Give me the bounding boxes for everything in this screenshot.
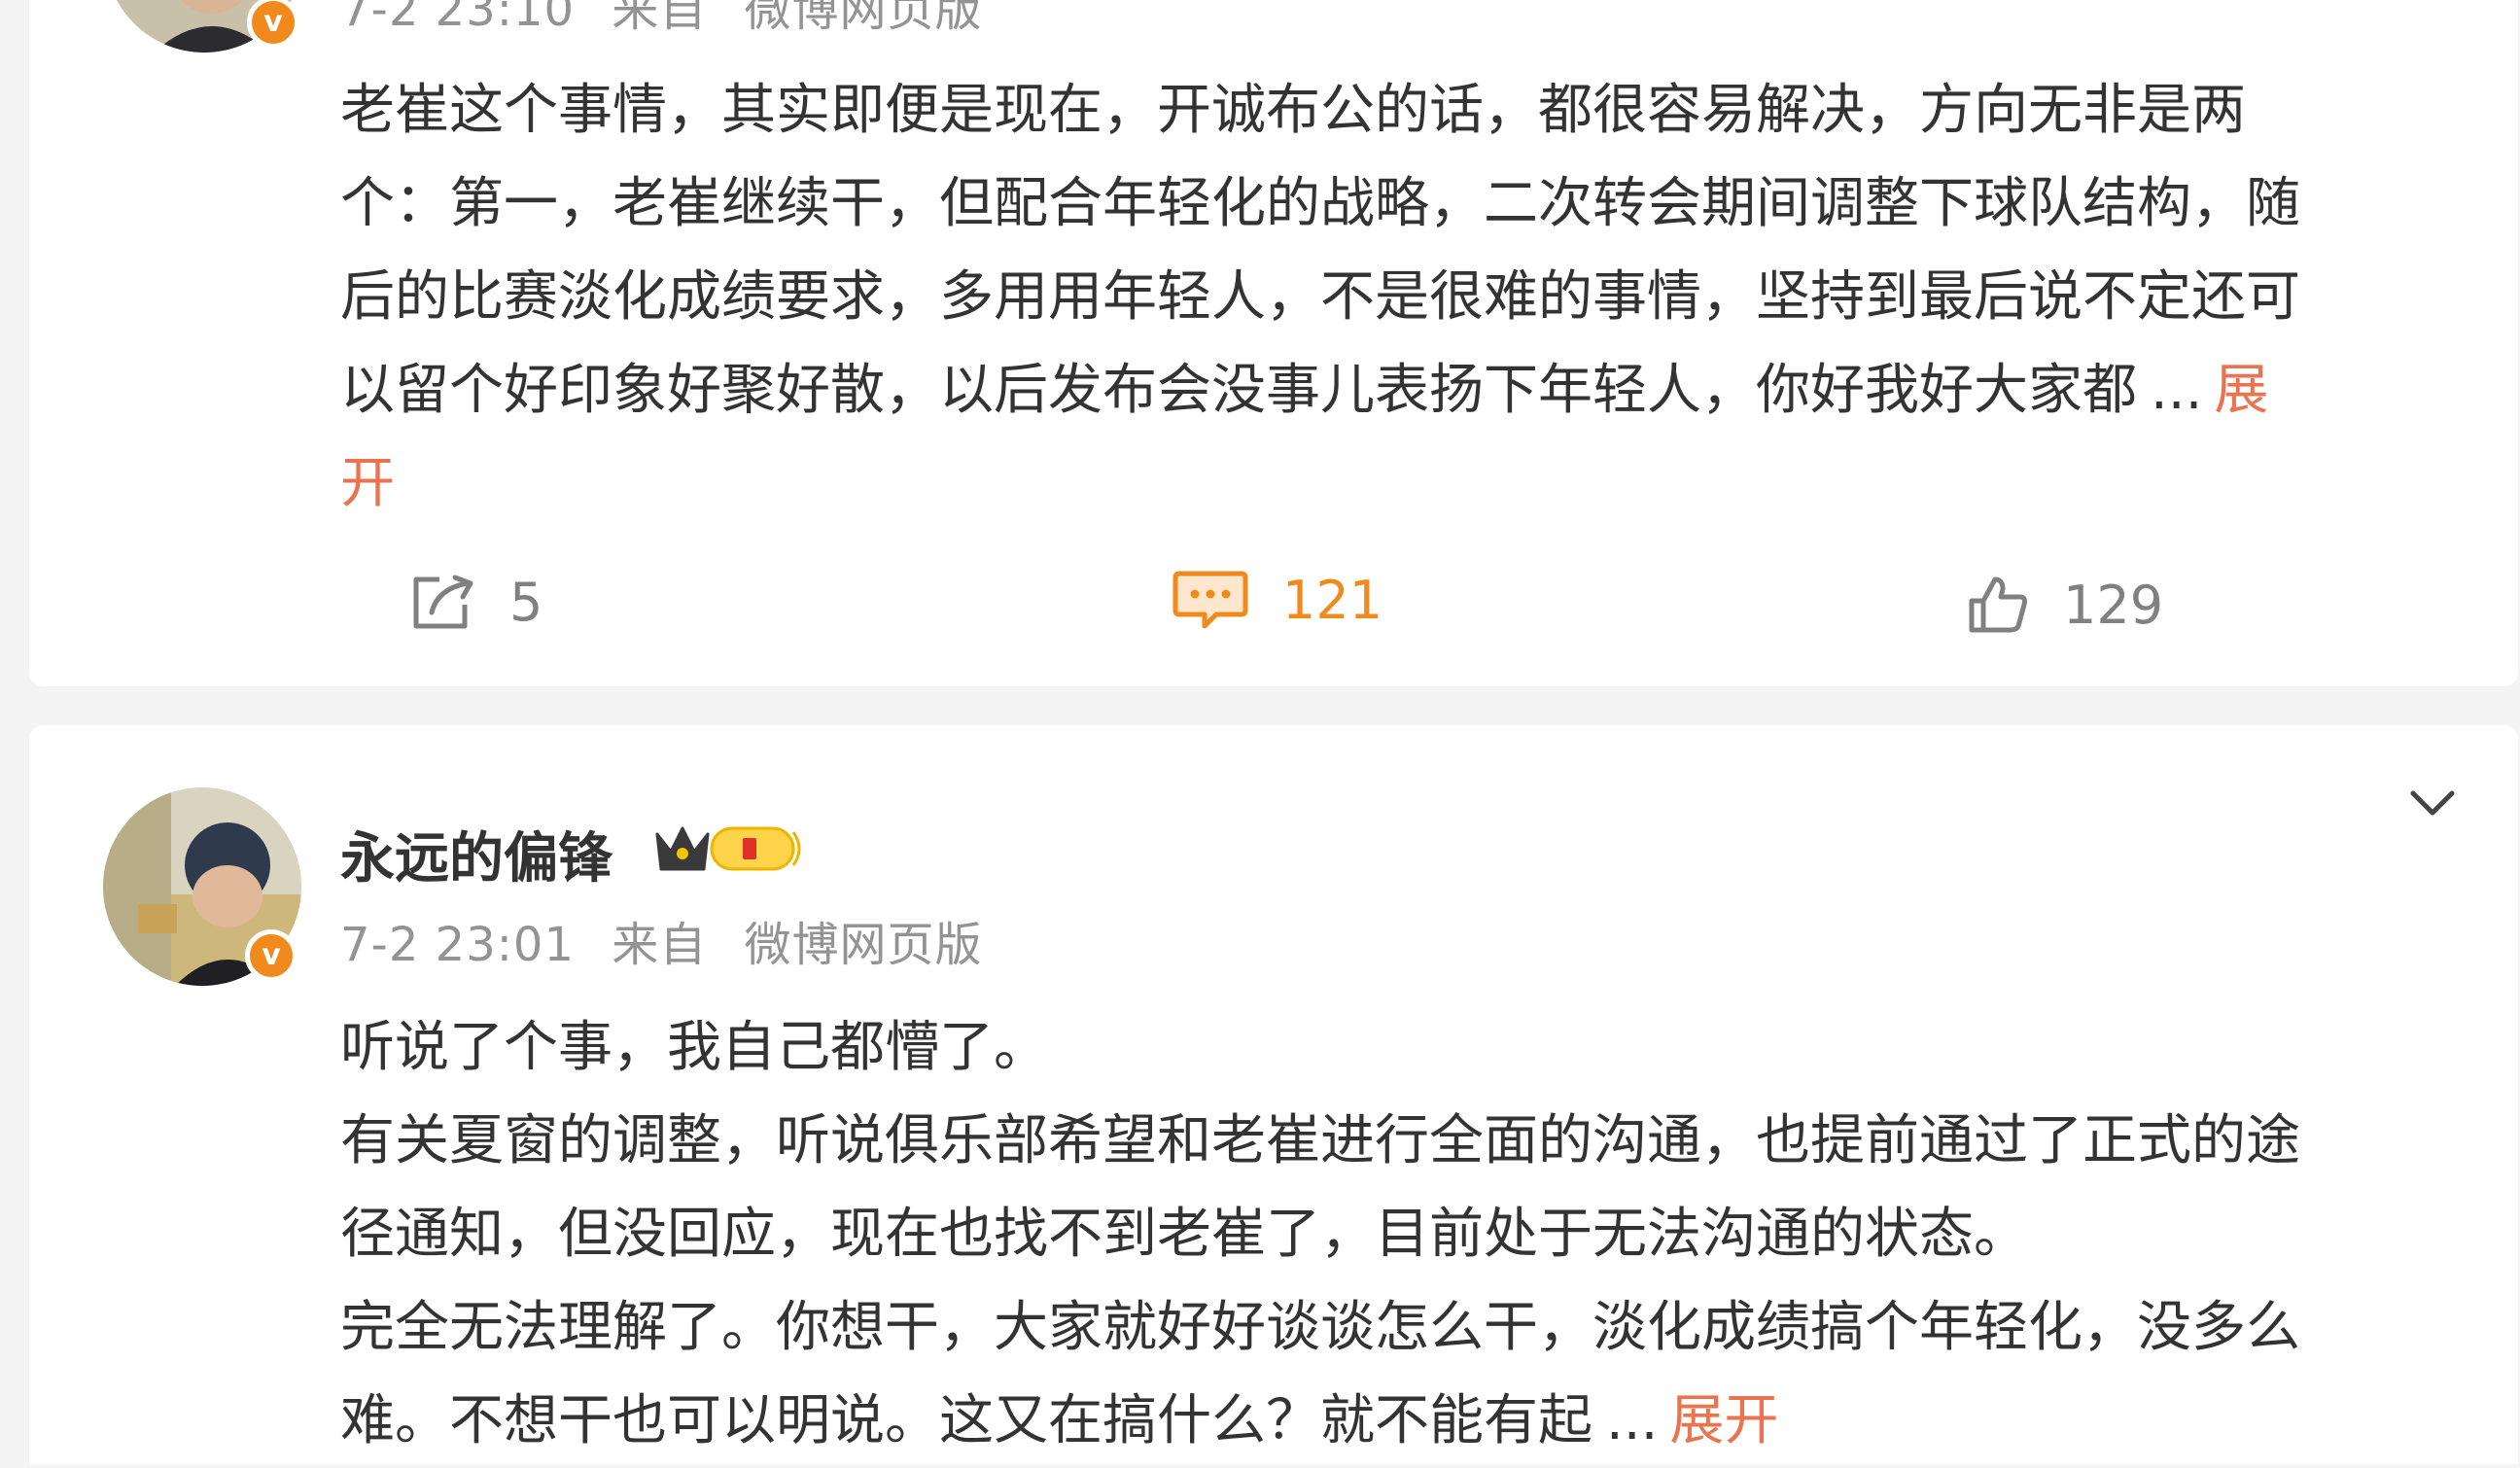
post-text-line: 有关夏窗的调整，听说俱乐部希望和老崔进行全面的沟通，也提前通过了正式的途 (340, 1109, 2300, 1172)
share-count: 5 (509, 572, 543, 633)
timestamp: 7-2 23:10 (340, 0, 575, 37)
crown-vip-icon[interactable] (651, 819, 807, 877)
expand-link-continued[interactable]: 开 (340, 452, 395, 515)
post-text-line: 老崔这个事情，其实即便是现在，开诚布公的话，都很容易解决，方向无非是两 (340, 79, 2246, 142)
avatar[interactable]: v (105, 0, 303, 52)
chevron-down-icon[interactable] (2405, 784, 2460, 822)
post-text-line: 难。不想干也可以明说。这又在搞什么？就不能有起... 展开 (340, 1375, 2499, 1468)
like-button[interactable]: 129 (1966, 574, 2163, 636)
post-text-line: 完全无法理解了。你想干，大家就好好谈谈怎么干，淡化成绩搞个年轻化，没多么 (340, 1296, 2300, 1359)
username[interactable]: 永远的偏锋 (340, 815, 612, 893)
post-meta: 7-2 23:10 来自 微博网页版 (340, 0, 983, 39)
avatar[interactable]: v (103, 787, 301, 986)
thumbs-up-icon (1969, 577, 2027, 633)
source-link[interactable]: 微博网页版 (745, 0, 983, 37)
share-icon (413, 575, 473, 628)
source-link[interactable]: 微博网页版 (745, 918, 983, 972)
share-button[interactable]: 5 (410, 572, 542, 633)
comment-button[interactable]: 121 (1172, 568, 1382, 632)
ellipsis: ... (2151, 359, 2203, 422)
post-text-line: 开 (340, 437, 2499, 531)
ellipsis: ... (1606, 1389, 1659, 1452)
post-text-line: 听说了个事，我自己都懵了。 (340, 1016, 1048, 1079)
post-text-line: 后的比赛淡化成绩要求，多用用年轻人，不是很难的事情，坚持到最后说不定还可 (340, 265, 2300, 329)
post-text-line-content: 以留个好印象好聚好散，以后发布会没事儿表扬下年轻人，你好我好大家都 (340, 359, 2137, 422)
weibo-post-card: v 永远的偏锋 7-2 23:01 来自 微博网页版 听说了个事，我自己都懵了。… (29, 725, 2518, 1464)
action-bar: 5 121 129 (29, 564, 2518, 661)
verified-badge-icon: v (245, 929, 298, 982)
comment-count: 121 (1282, 569, 1383, 631)
post-meta: 7-2 23:01 来自 微博网页版 (340, 906, 983, 974)
timestamp: 7-2 23:01 (340, 918, 575, 972)
weibo-post-card: v 7-2 23:10 来自 微博网页版 老崔这个事情，其实即便是现在，开诚布公… (29, 0, 2518, 686)
comment-icon (1172, 571, 1248, 629)
expand-link[interactable]: 展开 (1669, 1389, 1778, 1452)
source-prefix: 来自 (612, 918, 708, 972)
post-text-line: 径通知，但没回应，现在也找不到老崔了，目前处于无法沟通的状态。 (340, 1203, 2028, 1266)
source-prefix: 来自 (612, 0, 708, 37)
post-text: 老崔这个事情，其实即便是现在，开诚布公的话，都很容易解决，方向无非是两 个：第一… (340, 64, 2499, 531)
post-text-line-content: 难。不想干也可以明说。这又在搞什么？就不能有起 (340, 1389, 1592, 1452)
post-text-line: 以留个好印象好聚好散，以后发布会没事儿表扬下年轻人，你好我好大家都... 展 (340, 344, 2499, 437)
post-text: 听说了个事，我自己都懵了。 有关夏窗的调整，听说俱乐部希望和老崔进行全面的沟通，… (340, 1001, 2499, 1468)
verified-badge-icon: v (247, 0, 299, 49)
expand-link[interactable]: 展 (2214, 359, 2268, 422)
like-count: 129 (2063, 574, 2164, 636)
post-text-line: 个：第一，老崔继续干，但配合年轻化的战略，二次转会期间调整下球队结构，随 (340, 172, 2300, 235)
